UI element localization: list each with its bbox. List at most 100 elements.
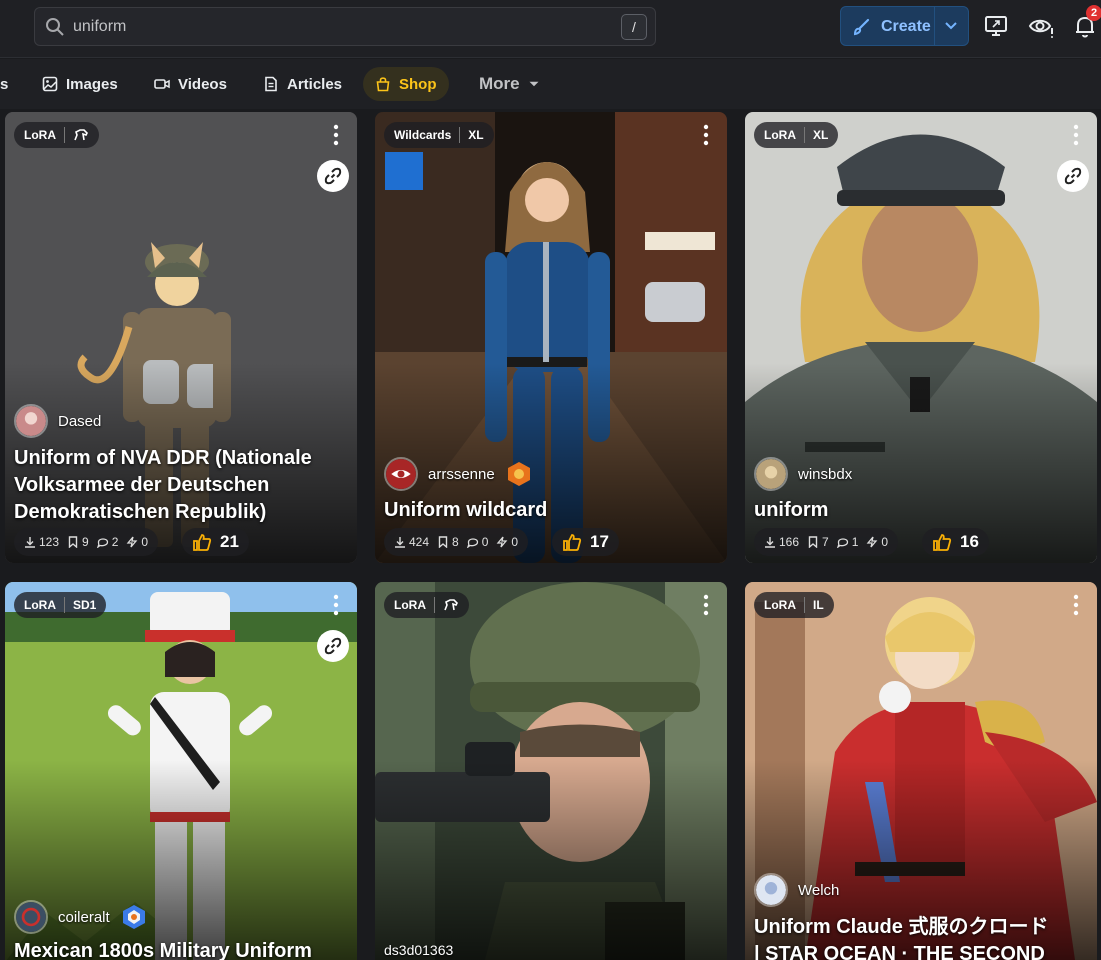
- tab-articles-label: Articles: [287, 75, 343, 93]
- save-count: 9: [67, 535, 89, 549]
- video-icon: [154, 79, 170, 89]
- more-options-icon[interactable]: [703, 124, 709, 146]
- tag-type: LoRA: [764, 598, 796, 612]
- tag-base-model: IL: [813, 598, 824, 612]
- card-title[interactable]: Mexican 1800s Military Uniform: [14, 938, 354, 960]
- search-icon: [46, 18, 64, 36]
- link-button[interactable]: [317, 630, 349, 662]
- author[interactable]: winsbdx: [754, 457, 852, 491]
- creator-badge-icon: [507, 462, 530, 486]
- tab-more[interactable]: More: [467, 67, 552, 101]
- thumbs-up-icon: [933, 534, 952, 551]
- comment-count-value: 2: [111, 535, 119, 549]
- thumbs-up-icon: [563, 534, 582, 551]
- chevron-down-icon[interactable]: [944, 21, 958, 31]
- tab-videos[interactable]: Videos: [142, 67, 239, 101]
- card-title[interactable]: uniform: [754, 497, 1094, 524]
- model-card[interactable]: LoRA IL Welch Uniform Claude 式服のクロード | S…: [745, 582, 1097, 960]
- avatar: [384, 457, 418, 491]
- tag-pill: LoRA XL: [754, 122, 839, 148]
- model-card[interactable]: LoRA XL winsbdx uniform 166 7 1 0 16: [745, 112, 1097, 563]
- author-name: coileralt: [58, 908, 110, 926]
- link-icon: [1064, 167, 1082, 185]
- stats-bar: 424 8 0 0: [384, 528, 529, 556]
- stats-bar: 166 7 1 0: [754, 528, 899, 556]
- bookmark-icon: [68, 536, 78, 549]
- buzz-count: 0: [866, 535, 888, 549]
- comment-count-value: 0: [481, 535, 489, 549]
- article-icon: [265, 76, 277, 92]
- search-shortcut-hint: /: [621, 14, 647, 40]
- buzz-count: 0: [496, 535, 518, 549]
- comment-icon: [836, 538, 848, 549]
- tab-images[interactable]: Images: [30, 67, 130, 101]
- create-button[interactable]: Create: [840, 6, 969, 46]
- save-count: 8: [437, 535, 459, 549]
- link-button[interactable]: [317, 160, 349, 192]
- tag-pill: LoRA IL: [754, 592, 834, 618]
- link-button[interactable]: [1057, 160, 1089, 192]
- notification-badge: 2: [1086, 5, 1101, 21]
- tag-pill: LoRA: [384, 592, 469, 618]
- thumbs-up-icon: [193, 534, 212, 551]
- author-name: Dased: [58, 412, 102, 430]
- card-title[interactable]: Uniform wildcard: [384, 497, 724, 524]
- tag-type: LoRA: [24, 128, 56, 142]
- eye-icon[interactable]: [1028, 13, 1054, 39]
- tab-partial[interactable]: s: [0, 67, 20, 101]
- more-options-icon[interactable]: [333, 124, 339, 146]
- more-options-icon[interactable]: [703, 594, 709, 616]
- like-count-value: 21: [220, 532, 239, 551]
- horse-icon: [74, 129, 88, 141]
- top-bar: / Create 2: [0, 0, 1101, 58]
- author[interactable]: Dased: [14, 404, 101, 438]
- tag-divider: [459, 127, 461, 143]
- tag-base-model: XL: [468, 128, 484, 142]
- tab-more-label: More: [479, 74, 520, 93]
- tag-divider: [804, 597, 805, 613]
- model-card[interactable]: Wildcards XL arrssenne Uniform wildcard …: [375, 112, 727, 563]
- card-title[interactable]: Uniform Claude 式服のクロード | STAR OCEAN · TH…: [754, 914, 1094, 960]
- avatar: [14, 404, 48, 438]
- tab-shop[interactable]: Shop: [363, 67, 449, 101]
- buzz-count-value: 0: [511, 535, 519, 549]
- author[interactable]: coileralt: [14, 900, 148, 934]
- more-options-icon[interactable]: [333, 594, 339, 616]
- author[interactable]: Welch: [754, 873, 839, 907]
- brush-icon: [853, 18, 870, 36]
- card-title[interactable]: Uniform of NVA DDR (Nationale Volksarmee…: [14, 445, 354, 526]
- more-options-icon[interactable]: [1073, 124, 1079, 146]
- download-count: 424: [394, 535, 429, 549]
- image-icon: [42, 76, 58, 92]
- like-count[interactable]: 17: [552, 528, 619, 556]
- tag-type: Wildcards: [394, 128, 452, 142]
- model-card[interactable]: LoRA SD1 coileralt Mexican 1800s Militar…: [5, 582, 357, 960]
- tab-videos-label: Videos: [178, 75, 227, 93]
- save-count-value: 9: [82, 535, 89, 549]
- author[interactable]: arrssenne: [384, 457, 533, 491]
- horse-icon: [444, 599, 458, 611]
- search-box[interactable]: /: [34, 7, 656, 46]
- bolt-icon: [127, 536, 138, 548]
- avatar: [14, 900, 48, 934]
- like-count-value: 16: [960, 532, 979, 551]
- like-count[interactable]: 16: [922, 528, 989, 556]
- stats-bar: 123 9 2 0: [14, 528, 159, 556]
- bookmark-icon: [438, 536, 448, 549]
- card-title-line-2: | STAR OCEAN · THE SECOND: [754, 943, 1045, 960]
- comment-count: 0: [466, 535, 489, 549]
- card-title-line-1: Uniform Claude 式服のクロード: [754, 916, 1049, 938]
- bookmark-icon: [808, 536, 818, 549]
- monitor-icon[interactable]: [983, 13, 1009, 39]
- model-card[interactable]: LoRA Dased Uniform of NVA DDR (Nationale…: [5, 112, 357, 563]
- comment-count: 2: [96, 535, 119, 549]
- download-count: 166: [764, 535, 799, 549]
- model-card[interactable]: LoRA ds3d01363: [375, 582, 727, 960]
- like-count[interactable]: 21: [182, 528, 249, 556]
- comment-icon: [466, 538, 478, 549]
- author-name[interactable]: ds3d01363: [384, 942, 453, 958]
- more-options-icon[interactable]: [1073, 594, 1079, 616]
- download-count-value: 123: [39, 535, 60, 549]
- tab-articles[interactable]: Articles: [251, 67, 354, 101]
- search-input[interactable]: [73, 16, 613, 38]
